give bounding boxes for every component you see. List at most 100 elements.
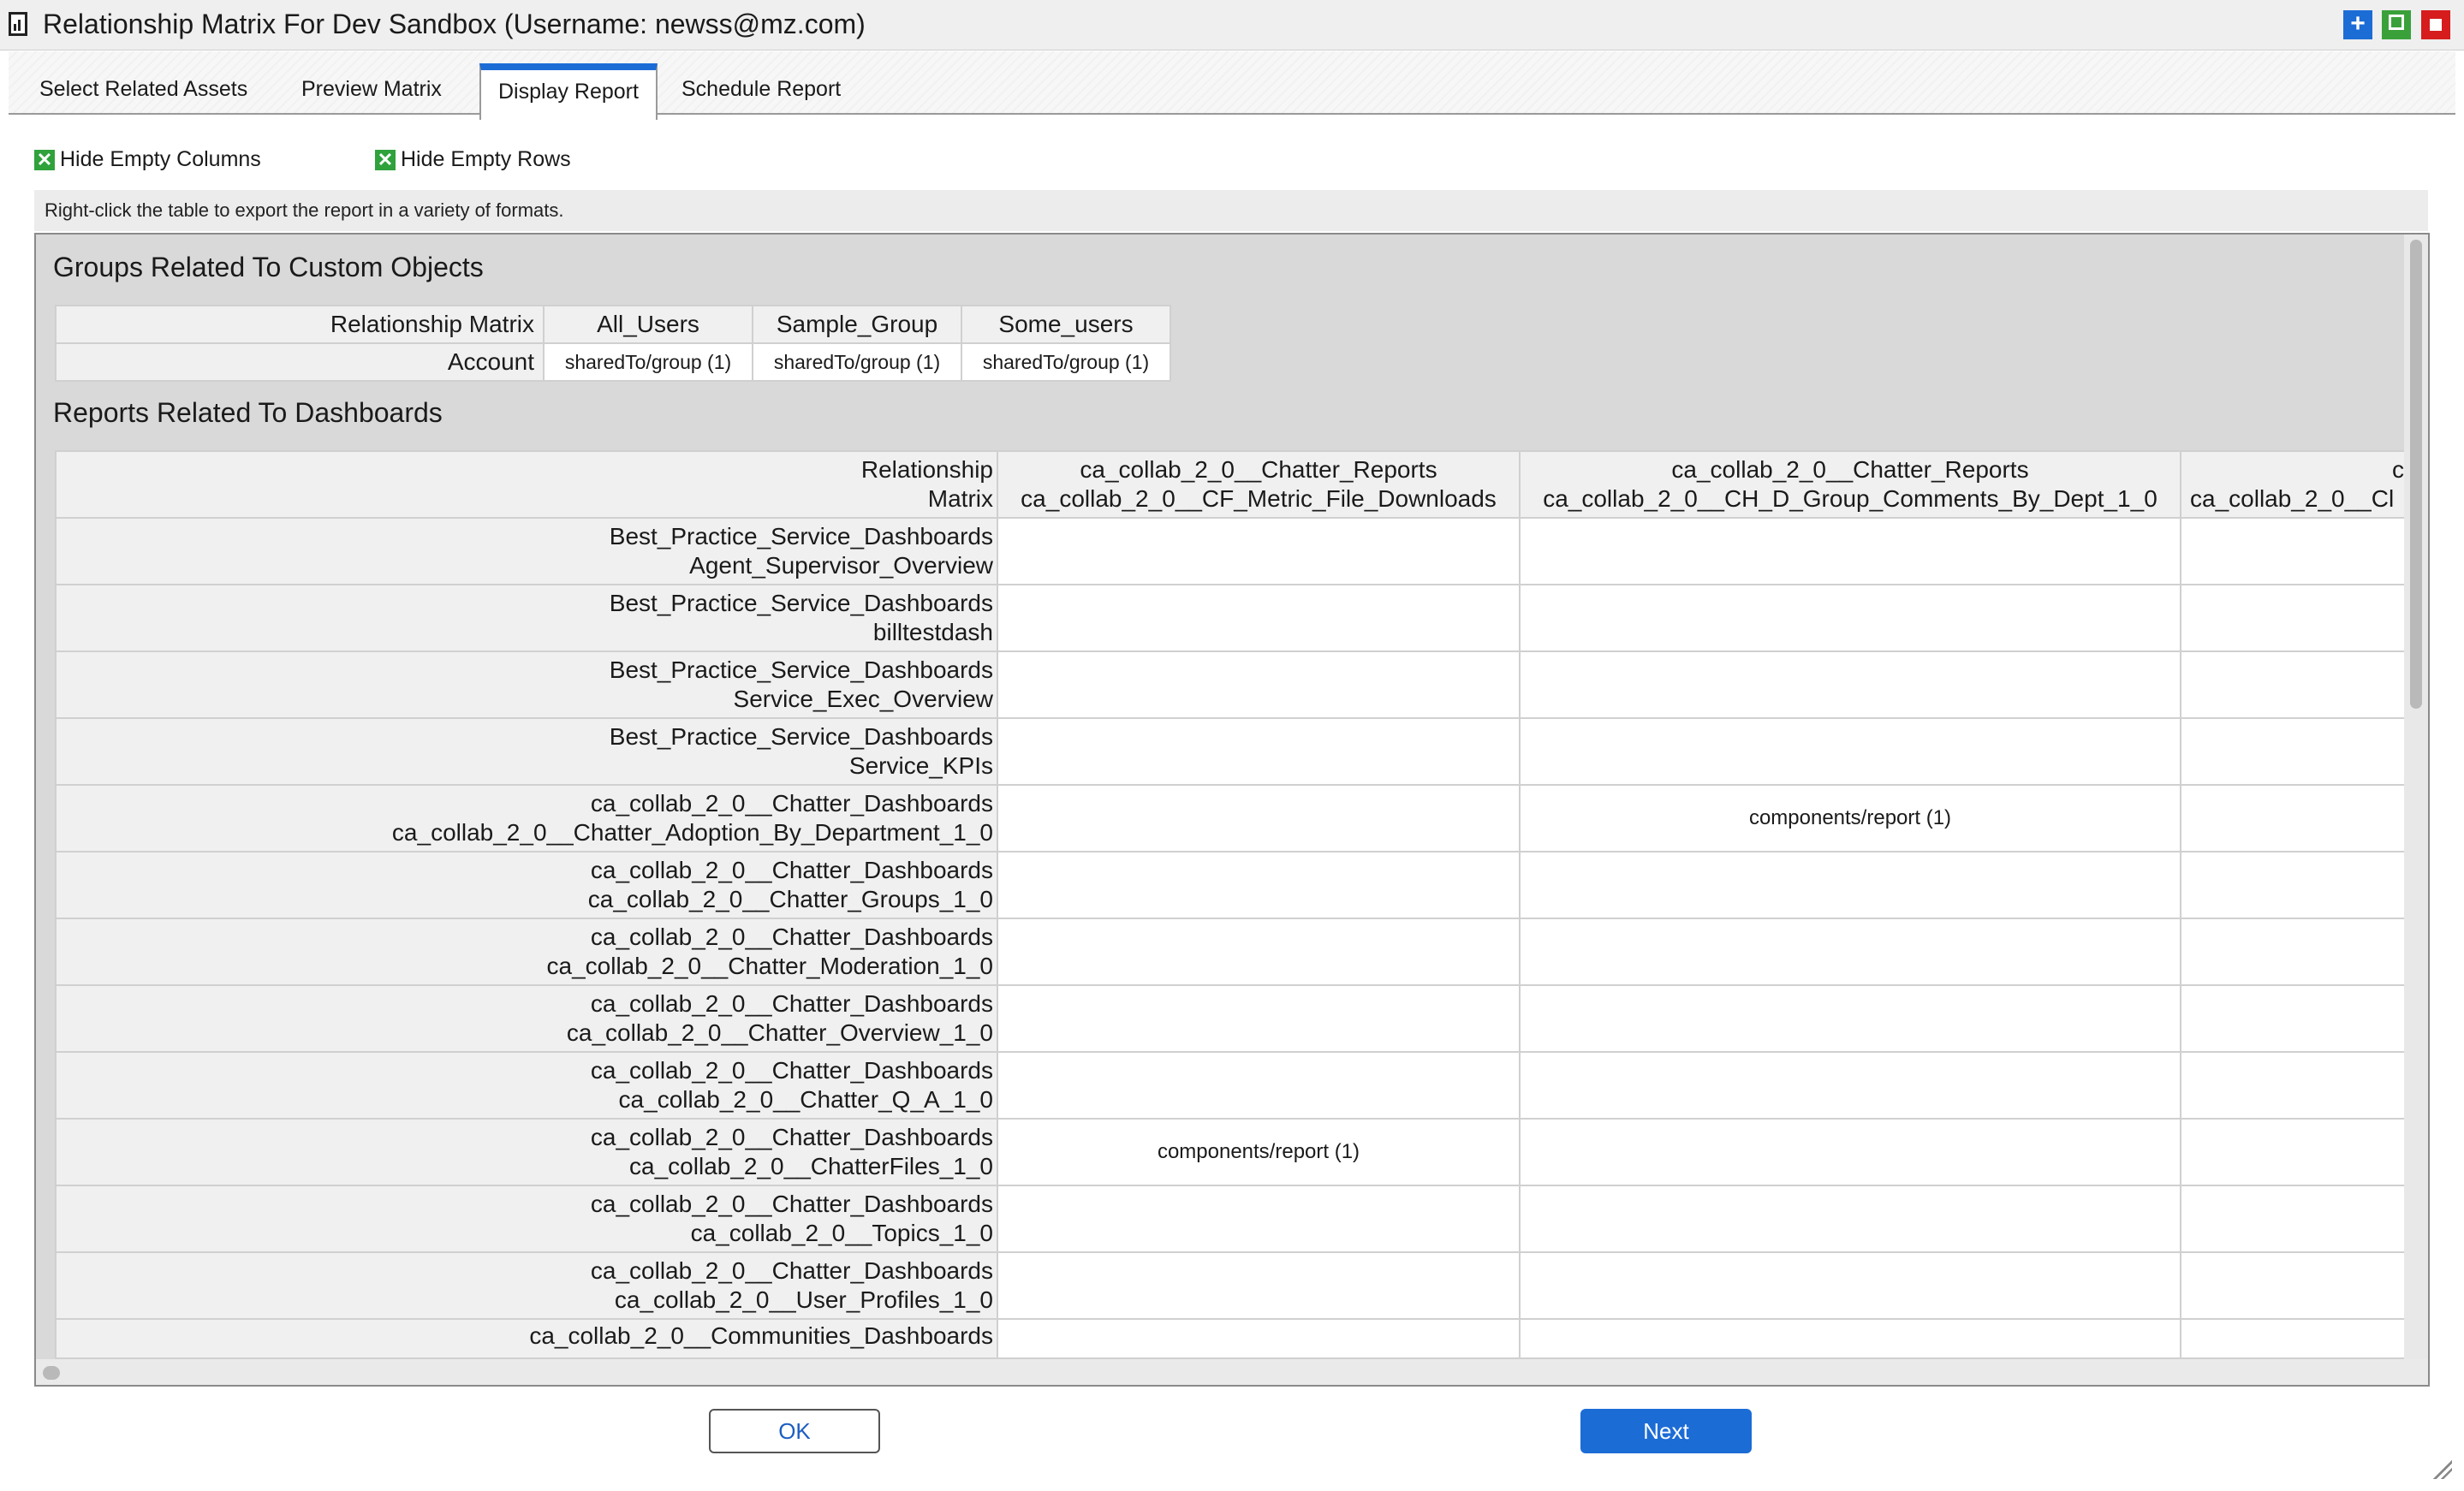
matrix-cell[interactable] — [1519, 918, 2181, 986]
matrix-cell[interactable] — [1519, 1051, 2181, 1120]
matrix-corner: Relationship Matrix — [55, 305, 545, 344]
tab-display-report[interactable]: Display Report — [479, 63, 658, 120]
matrix-cell[interactable] — [1519, 1251, 2181, 1320]
matrix-cell[interactable] — [2180, 1051, 2406, 1120]
row-header-line: billtestdash — [872, 619, 993, 645]
column-header-line: ca_collab_2_0__Chatter_Reports — [1080, 456, 1437, 483]
matrix-cell[interactable] — [1519, 717, 2181, 786]
matrix-cell[interactable]: components/report (1) — [1519, 784, 2181, 852]
hide-empty-rows-label: Hide Empty Rows — [401, 147, 571, 171]
row-header: ca_collab_2_0__Chatter_Dashboards ca_coll… — [55, 918, 998, 986]
matrix-cell[interactable] — [997, 784, 1521, 852]
table-row: ca_collab_2_0__Communities_Dashboards — [55, 1318, 2406, 1359]
matrix-cell[interactable]: sharedTo/group (1) — [961, 342, 1171, 382]
matrix-cell[interactable] — [997, 1185, 1521, 1253]
row-header-line: Agent_Supervisor_Overview — [689, 552, 993, 579]
matrix-cell[interactable] — [997, 918, 1521, 986]
column-header-line: ca_collab_2_0__CF_Metric_File_Downloads — [1021, 485, 1497, 512]
tab-schedule-report[interactable]: Schedule Report — [664, 67, 858, 111]
column-header-line: ca_collab_2_0__Chatter_Reports — [1671, 456, 2029, 483]
matrix-cell[interactable] — [1519, 1318, 2181, 1359]
reports-matrix-table[interactable]: Relationship Matrix ca_collab_2_0__Chatter… — [55, 450, 2406, 1359]
matrix-cell[interactable] — [997, 1318, 1521, 1359]
matrix-cell[interactable] — [2180, 1118, 2406, 1186]
row-header: Best_Practice_Service_Dashboards Agent_Su… — [55, 517, 998, 585]
table-row: Best_Practice_Service_Dashboards Agent_Su… — [55, 517, 2406, 585]
matrix-cell[interactable] — [997, 717, 1521, 786]
row-header-line: ca_collab_2_0__Chatter_Dashboards — [590, 1124, 993, 1150]
section-title: Reports Related To Dashboards — [53, 397, 443, 428]
groups-matrix-table[interactable]: Relationship Matrix All_Users Sample_Gro… — [55, 305, 1171, 382]
close-icon[interactable] — [2421, 10, 2450, 39]
row-header-line: ca_collab_2_0__Chatter_Dashboards — [590, 790, 993, 817]
horizontal-scrollbar[interactable] — [36, 1359, 2428, 1385]
matrix-cell[interactable] — [2180, 517, 2406, 585]
vertical-scrollbar[interactable] — [2404, 235, 2428, 1361]
maximize-icon[interactable] — [2382, 10, 2411, 39]
row-header: ca_collab_2_0__Chatter_Dashboards ca_coll… — [55, 851, 998, 919]
checkbox-checked-icon[interactable]: ✕ — [34, 149, 55, 170]
matrix-cell[interactable] — [997, 1251, 1521, 1320]
matrix-cell[interactable] — [2180, 784, 2406, 852]
table-row: ca_collab_2_0__Chatter_Dashboards ca_coll… — [55, 851, 2406, 919]
next-button[interactable]: Next — [1580, 1409, 1752, 1453]
matrix-cell[interactable] — [1519, 584, 2181, 652]
matrix-cell[interactable] — [2180, 717, 2406, 786]
matrix-cell[interactable] — [1519, 851, 2181, 919]
matrix-cell[interactable] — [997, 650, 1521, 719]
matrix-cell[interactable] — [1519, 517, 2181, 585]
hide-empty-columns-checkbox[interactable]: ✕ Hide Empty Columns — [34, 147, 261, 172]
matrix-cell[interactable] — [997, 1051, 1521, 1120]
row-header-line: ca_collab_2_0__Chatter_Dashboards — [590, 1191, 993, 1217]
tab-strip: Select Related Assets Preview Matrix Dis… — [9, 51, 2455, 120]
matrix-cell[interactable] — [1519, 650, 2181, 719]
checkbox-checked-icon[interactable]: ✕ — [375, 149, 396, 170]
matrix-cell[interactable] — [1519, 1118, 2181, 1186]
row-header: ca_collab_2_0__Chatter_Dashboards ca_coll… — [55, 1051, 998, 1120]
tab-preview-matrix[interactable]: Preview Matrix — [284, 67, 459, 111]
row-header: ca_collab_2_0__Communities_Dashboards — [55, 1318, 998, 1359]
matrix-cell[interactable] — [2180, 650, 2406, 719]
row-header: ca_collab_2_0__Chatter_Dashboards ca_coll… — [55, 1118, 998, 1186]
table-row: ca_collab_2_0__Chatter_Dashboards ca_coll… — [55, 1118, 2406, 1186]
column-header: All_Users — [543, 305, 753, 344]
row-header-line: ca_collab_2_0__Chatter_Dashboards — [590, 857, 993, 883]
matrix-cell[interactable]: sharedTo/group (1) — [543, 342, 753, 382]
matrix-cell[interactable] — [2180, 1251, 2406, 1320]
hide-empty-rows-checkbox[interactable]: ✕ Hide Empty Rows — [375, 147, 571, 172]
row-header-line: Best_Practice_Service_Dashboards — [609, 590, 993, 616]
matrix-corner: Relationship Matrix — [55, 450, 998, 519]
matrix-cell[interactable] — [1519, 984, 2181, 1053]
matrix-cell[interactable]: components/report (1) — [997, 1118, 1521, 1186]
matrix-cell[interactable] — [997, 584, 1521, 652]
row-header-line: ca_collab_2_0__User_Profiles_1_0 — [614, 1286, 993, 1313]
matrix-cell[interactable]: sharedTo/group (1) — [752, 342, 962, 382]
matrix-cell[interactable] — [2180, 584, 2406, 652]
matrix-cell[interactable] — [2180, 984, 2406, 1053]
tab-select-related-assets[interactable]: Select Related Assets — [22, 67, 265, 111]
matrix-cell[interactable] — [997, 984, 1521, 1053]
row-header-line: Service_Exec_Overview — [733, 686, 993, 712]
matrix-cell[interactable] — [2180, 918, 2406, 986]
matrix-cell[interactable] — [2180, 1318, 2406, 1359]
matrix-cell[interactable] — [1519, 1185, 2181, 1253]
ok-button[interactable]: OK — [709, 1409, 880, 1453]
resize-grip-icon[interactable] — [2433, 1460, 2452, 1479]
row-header: ca_collab_2_0__Chatter_Dashboards ca_coll… — [55, 984, 998, 1053]
column-header: Sample_Group — [752, 305, 962, 344]
matrix-cell[interactable] — [2180, 1185, 2406, 1253]
matrix-cell[interactable] — [997, 851, 1521, 919]
corner-label-line: Matrix — [927, 485, 993, 512]
table-row: ca_collab_2_0__Chatter_Dashboards ca_coll… — [55, 1185, 2406, 1253]
report-content: Groups Related To Custom Objects Relatio… — [36, 235, 2406, 1361]
report-panel[interactable]: Groups Related To Custom Objects Relatio… — [34, 233, 2430, 1387]
corner-label-line: Relationship — [860, 456, 993, 483]
plus-icon[interactable]: + — [2343, 10, 2372, 39]
row-header-line: ca_collab_2_0__Chatter_Dashboards — [590, 990, 993, 1017]
scroll-thumb[interactable] — [43, 1366, 60, 1380]
scroll-thumb[interactable] — [2410, 240, 2422, 709]
matrix-cell[interactable] — [2180, 851, 2406, 919]
row-header-line: ca_collab_2_0__Chatter_Dashboards — [590, 924, 993, 950]
column-header: Some_users — [961, 305, 1171, 344]
matrix-cell[interactable] — [997, 517, 1521, 585]
